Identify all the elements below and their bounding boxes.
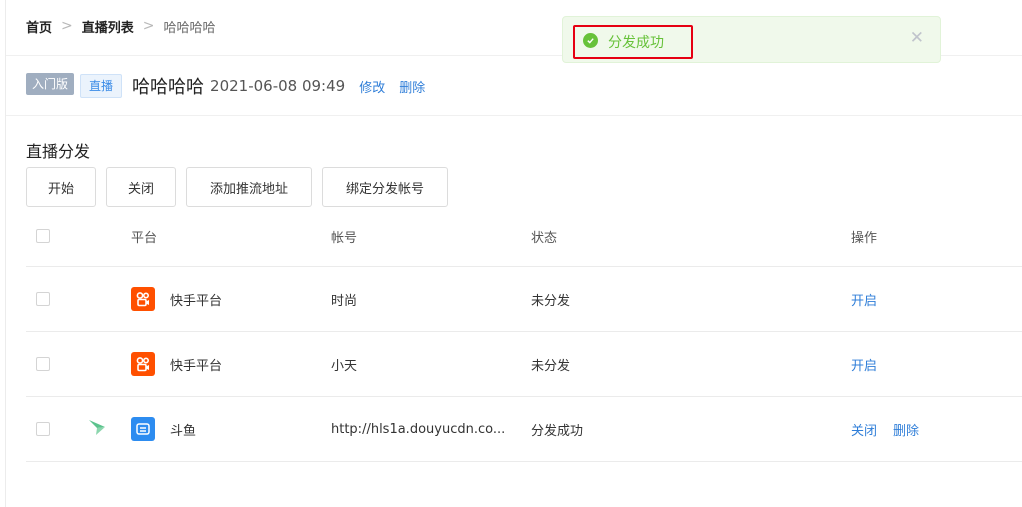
status-text: 未分发 <box>531 293 571 309</box>
row-checkbox[interactable] <box>36 292 50 306</box>
live-type-tag: 直播 <box>80 74 123 98</box>
edition-tag: 入门版 <box>26 73 75 95</box>
close-link[interactable]: 关闭 <box>851 420 877 439</box>
row-checkbox[interactable] <box>36 422 50 436</box>
breadcrumb-live-list[interactable]: 直播列表 <box>82 17 134 36</box>
enable-link[interactable]: 开启 <box>851 355 877 374</box>
status-text: 分发成功 <box>531 423 584 439</box>
douyu-icon <box>131 417 155 441</box>
check-circle-icon <box>583 33 598 48</box>
kuaishou-icon <box>131 287 155 311</box>
table-row: 快手平台 小天 未分发 开启 <box>26 332 1022 397</box>
account-url: http://hls1a.douyucdn.co... <box>331 421 506 437</box>
select-all-checkbox[interactable] <box>36 229 50 243</box>
breadcrumb-home[interactable]: 首页 <box>26 17 52 36</box>
start-button[interactable]: 开始 <box>26 167 96 207</box>
chevron-right-icon: > <box>61 18 73 34</box>
edit-link[interactable]: 修改 <box>359 77 385 96</box>
live-header: 入门版 直播 哈哈哈哈 2021-06-08 09:49 修改 删除 <box>26 72 425 100</box>
delete-link[interactable]: 删除 <box>399 77 425 96</box>
close-button[interactable]: 关闭 <box>106 167 176 207</box>
paper-plane-icon <box>88 418 106 440</box>
column-header-account: 帐号 <box>331 230 358 246</box>
distribution-table: 平台 帐号 状态 操作 快手平台 时尚 未分发 开启 快手平台 小天 未分发 开… <box>26 206 1022 462</box>
divider <box>6 115 1022 116</box>
column-header-platform: 平台 <box>131 230 158 246</box>
breadcrumb: 首页 > 直播列表 > 哈哈哈哈 <box>26 17 216 36</box>
platform-name: 斗鱼 <box>170 423 197 439</box>
platform-name: 快手平台 <box>170 358 223 374</box>
live-title: 哈哈哈哈 <box>132 77 205 98</box>
delete-link[interactable]: 删除 <box>893 420 919 439</box>
row-checkbox[interactable] <box>36 357 50 371</box>
account-name: 时尚 <box>331 293 358 309</box>
platform-name: 快手平台 <box>170 293 223 309</box>
enable-link[interactable]: 开启 <box>851 290 877 309</box>
kuaishou-icon <box>131 352 155 376</box>
success-toast: 分发成功 ✕ <box>562 16 941 63</box>
toolbar: 开始 关闭 添加推流地址 绑定分发帐号 <box>26 167 458 207</box>
bind-account-button[interactable]: 绑定分发帐号 <box>322 167 448 207</box>
close-icon[interactable]: ✕ <box>910 30 924 47</box>
breadcrumb-current: 哈哈哈哈 <box>163 20 216 36</box>
column-header-action: 操作 <box>851 230 878 246</box>
table-row: 斗鱼 http://hls1a.douyucdn.co... 分发成功 关闭 删… <box>26 397 1022 462</box>
chevron-right-icon: > <box>142 18 155 34</box>
page-left-border <box>5 0 6 507</box>
section-title: 直播分发 <box>26 142 91 161</box>
toast-message: 分发成功 <box>608 35 664 51</box>
column-header-status: 状态 <box>531 230 558 246</box>
table-header: 平台 帐号 状态 操作 <box>26 206 1022 267</box>
account-name: 小天 <box>331 358 358 374</box>
live-datetime: 2021-06-08 09:49 <box>210 77 346 95</box>
status-text: 未分发 <box>531 358 571 374</box>
add-push-url-button[interactable]: 添加推流地址 <box>186 167 312 207</box>
table-row: 快手平台 时尚 未分发 开启 <box>26 267 1022 332</box>
